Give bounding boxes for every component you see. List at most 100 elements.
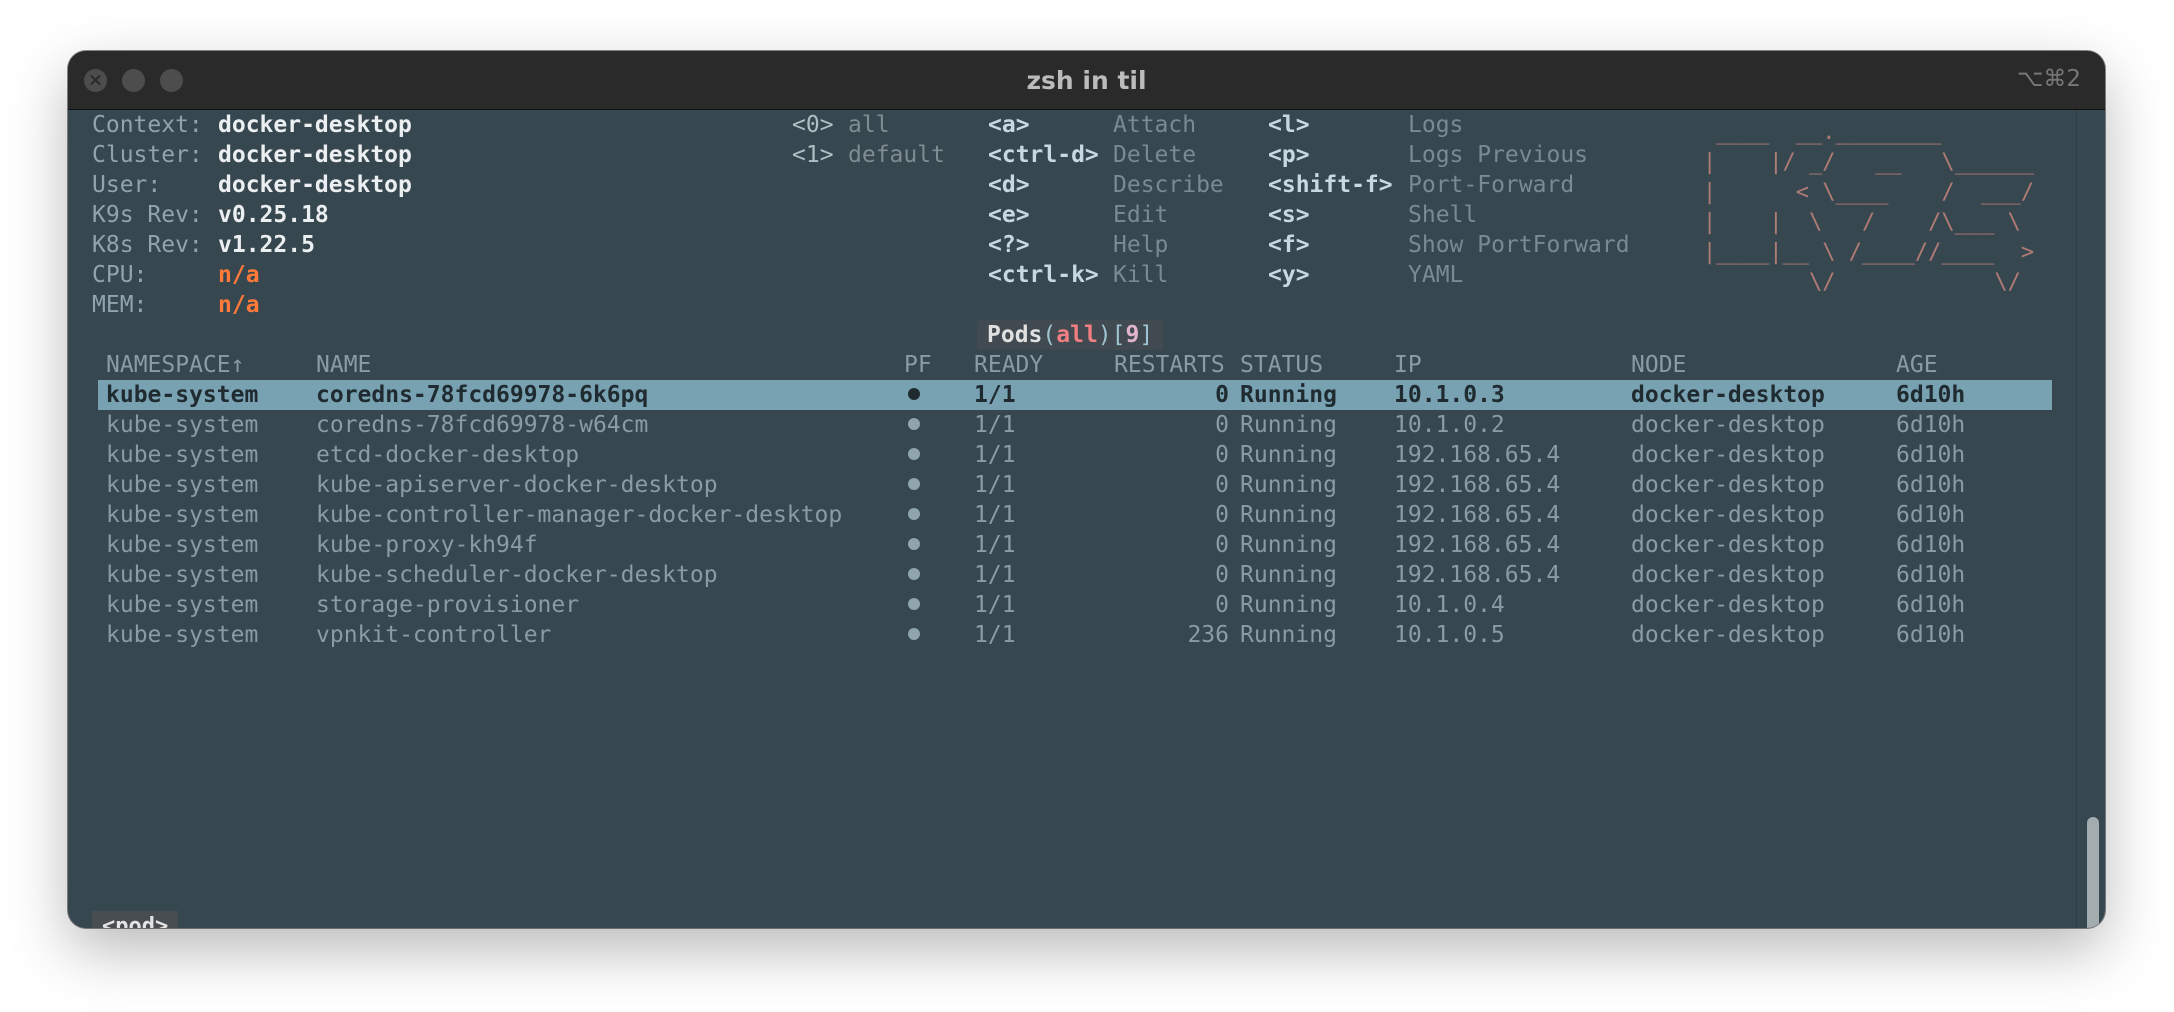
- table-row[interactable]: kube-system kube-controller-manager-docke…: [98, 500, 2052, 530]
- hotkey-kill-key[interactable]: <ctrl-k>: [988, 260, 1099, 290]
- hotkey-attach-key[interactable]: <a>: [988, 110, 1030, 140]
- status-dot-icon: [908, 417, 920, 430]
- pod-namespace: kube-system: [106, 592, 259, 618]
- pod-restarts: 0: [1215, 412, 1229, 438]
- pod-name: coredns-78fcd69978-6k6pq: [316, 382, 649, 408]
- pod-name: storage-provisioner: [316, 592, 580, 618]
- hotkey-delete-key[interactable]: <ctrl-d>: [988, 140, 1099, 170]
- column-header-restarts[interactable]: RESTARTS: [1114, 350, 1225, 380]
- window-shortcut: ⌥⌘2: [2016, 66, 2081, 92]
- table-row[interactable]: kube-system kube-scheduler-docker-desktop…: [98, 560, 2052, 590]
- pod-port-forward-indicator: [908, 620, 920, 650]
- table-row[interactable]: kube-system kube-apiserver-docker-desktop…: [98, 470, 2052, 500]
- namespace-key-0[interactable]: <0>: [792, 110, 834, 140]
- table-row[interactable]: kube-system vpnkit-controller 1/1 236 Runnin…: [98, 620, 2052, 650]
- table-row[interactable]: kube-system coredns-78fcd69978-w64cm 1/1 0 R…: [98, 410, 2052, 440]
- hotkey-shell-label[interactable]: Shell: [1408, 200, 1477, 230]
- hotkey-yaml-key[interactable]: <y>: [1268, 260, 1310, 290]
- info-label-context: Context:: [92, 112, 203, 138]
- pod-port-forward-indicator: [908, 380, 920, 410]
- column-header-age[interactable]: AGE: [1896, 350, 1938, 380]
- pod-status: Running: [1240, 622, 1337, 648]
- pod-ip: 10.1.0.4: [1394, 592, 1505, 618]
- hotkey-describe-key[interactable]: <d>: [988, 170, 1030, 200]
- pod-restarts: 0: [1215, 562, 1229, 588]
- hotkey-shell-key[interactable]: <s>: [1268, 200, 1310, 230]
- pod-name: etcd-docker-desktop: [316, 442, 580, 468]
- info-label-k9s-rev: K9s Rev:: [92, 202, 203, 228]
- status-dot-icon: [908, 597, 920, 610]
- k9s-terminal[interactable]: Context: docker-desktop Cluster: docker-…: [68, 110, 2105, 928]
- pod-age: 6d10h: [1896, 442, 1966, 468]
- column-header-ip[interactable]: IP: [1394, 350, 1422, 380]
- hotkey-describe-label[interactable]: Describe: [1113, 170, 1224, 200]
- hotkey-logs-key[interactable]: <l>: [1268, 110, 1310, 140]
- status-dot-icon: [908, 477, 920, 490]
- pod-age: 6d10h: [1896, 622, 1966, 648]
- pod-namespace: kube-system: [106, 472, 259, 498]
- pod-restarts: 0: [1215, 442, 1229, 468]
- pod-status: Running: [1240, 382, 1337, 408]
- pod-ip: 192.168.65.4: [1394, 472, 1561, 498]
- table-row[interactable]: kube-system storage-provisioner 1/1 0 Runnin…: [98, 590, 2052, 620]
- pod-status: Running: [1240, 502, 1337, 528]
- pod-ip: 192.168.65.4: [1394, 502, 1561, 528]
- pod-status: Running: [1240, 532, 1337, 558]
- hotkey-edit-key[interactable]: <e>: [988, 200, 1030, 230]
- hotkey-kill-label[interactable]: Kill: [1113, 260, 1168, 290]
- table-row-selected[interactable]: kube-system coredns-78fcd69978-6k6pq 1/1 0 R…: [98, 380, 2052, 410]
- hotkey-show-portforward-key[interactable]: <f>: [1268, 230, 1310, 260]
- pod-status: Running: [1240, 442, 1337, 468]
- table-row[interactable]: kube-system etcd-docker-desktop 1/1 0 Runnin…: [98, 440, 2052, 470]
- pod-restarts: 236: [1187, 622, 1229, 648]
- hotkey-help-label[interactable]: Help: [1113, 230, 1168, 260]
- pod-namespace: kube-system: [106, 382, 259, 408]
- breadcrumb: <pod>: [92, 911, 179, 928]
- hotkey-attach-label[interactable]: Attach: [1113, 110, 1196, 140]
- pod-ip: 192.168.65.4: [1394, 532, 1561, 558]
- title-bar: zsh in til ⌥⌘2: [68, 51, 2105, 110]
- column-header-node[interactable]: NODE: [1631, 350, 1686, 380]
- column-header-status[interactable]: STATUS: [1240, 350, 1323, 380]
- namespace-name-all[interactable]: all: [848, 110, 890, 140]
- hotkey-edit-label[interactable]: Edit: [1113, 200, 1168, 230]
- pod-restarts: 0: [1215, 532, 1229, 558]
- scrollbar-thumb[interactable]: [2087, 817, 2099, 928]
- info-label-cpu: CPU:: [92, 262, 148, 288]
- hotkey-help-key[interactable]: <?>: [988, 230, 1030, 260]
- resource-title: Pods(all)[9]: [977, 320, 1164, 350]
- column-header-name[interactable]: NAME: [316, 350, 371, 380]
- pod-namespace: kube-system: [106, 562, 259, 588]
- table-row[interactable]: kube-system kube-proxy-kh94f 1/1 0 Running 19…: [98, 530, 2052, 560]
- status-dot-icon: [908, 627, 920, 640]
- hotkey-port-forward-label[interactable]: Port-Forward: [1408, 170, 1574, 200]
- info-value-cpu: n/a: [218, 262, 260, 288]
- hotkey-port-forward-key[interactable]: <shift-f>: [1268, 170, 1393, 200]
- pod-namespace: kube-system: [106, 412, 259, 438]
- pod-ip: 192.168.65.4: [1394, 562, 1561, 588]
- hotkey-delete-label[interactable]: Delete: [1113, 140, 1196, 170]
- hotkey-logs-previous-key[interactable]: <p>: [1268, 140, 1310, 170]
- pod-port-forward-indicator: [908, 440, 920, 470]
- hotkey-logs-previous-label[interactable]: Logs Previous: [1408, 140, 1588, 170]
- hotkey-show-portforward-label[interactable]: Show PortForward: [1408, 230, 1630, 260]
- pod-ip: 10.1.0.3: [1394, 382, 1505, 408]
- namespace-key-1[interactable]: <1>: [792, 140, 834, 170]
- pod-ip: 192.168.65.4: [1394, 442, 1561, 468]
- hotkey-yaml-label[interactable]: YAML: [1408, 260, 1463, 290]
- column-header-ready[interactable]: READY: [974, 350, 1043, 380]
- resource-title-count: 9: [1125, 322, 1140, 348]
- namespace-name-default[interactable]: default: [848, 140, 945, 170]
- pod-node: docker-desktop: [1631, 592, 1825, 618]
- pod-restarts: 0: [1215, 382, 1229, 408]
- column-header-pf[interactable]: PF: [904, 350, 932, 380]
- hotkey-logs-label[interactable]: Logs: [1408, 110, 1463, 140]
- pod-restarts: 0: [1215, 592, 1229, 618]
- status-dot-icon: [908, 387, 920, 400]
- pod-node: docker-desktop: [1631, 472, 1825, 498]
- pod-age: 6d10h: [1896, 562, 1966, 588]
- scrollbar[interactable]: [2076, 110, 2105, 928]
- pod-namespace: kube-system: [106, 502, 259, 528]
- column-header-namespace[interactable]: NAMESPACE↑: [106, 350, 244, 380]
- pod-node: docker-desktop: [1631, 442, 1825, 468]
